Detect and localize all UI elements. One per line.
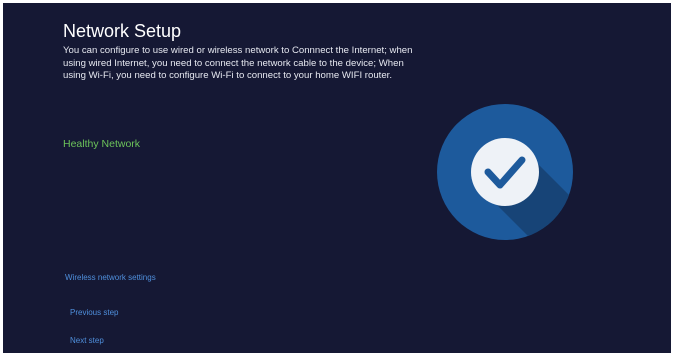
check-circle-icon (436, 103, 574, 241)
network-status-text: Healthy Network (63, 138, 141, 150)
previous-step-button[interactable]: Previous step (70, 308, 118, 317)
network-setup-screen: Network Setup You can configure to use w… (3, 3, 671, 353)
next-step-button[interactable]: Next step (70, 336, 104, 345)
page-description: You can configure to use wired or wirele… (63, 45, 413, 81)
wireless-network-settings-link[interactable]: Wireless network settings (65, 273, 156, 282)
page-title: Network Setup (63, 21, 182, 41)
